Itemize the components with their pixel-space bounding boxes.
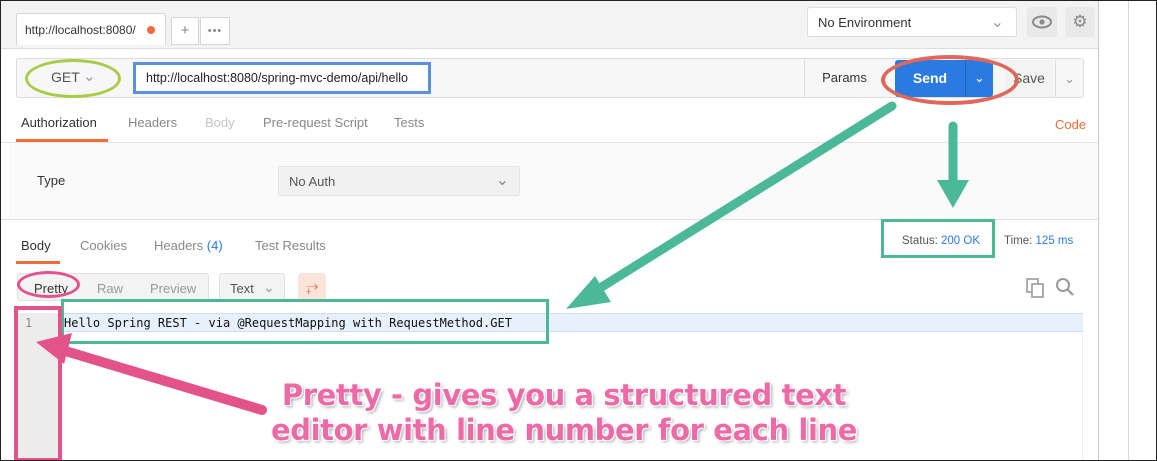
unsaved-dot-icon (147, 26, 155, 34)
url-value: http://localhost:8080/spring-mvc-demo/ap… (146, 71, 408, 85)
headers-count-badge: (4) (206, 238, 223, 253)
tab-response-headers[interactable]: Headers (4) (154, 238, 223, 253)
tab-authorization[interactable]: Authorization (21, 115, 97, 130)
divider (1128, 1, 1129, 460)
gutter-highlight-box (14, 306, 62, 460)
method-highlight-ring (25, 59, 121, 98)
annotation-caption: Pretty - gives you a structured text edi… (269, 378, 859, 448)
eye-icon[interactable] (1027, 7, 1057, 37)
environment-value: No Environment (818, 15, 912, 30)
time-label: Time: (1004, 235, 1033, 247)
time-value: 125 ms (1035, 235, 1074, 247)
save-dropdown-button[interactable]: ⌄ (1055, 60, 1083, 97)
tab-cookies[interactable]: Cookies (80, 238, 127, 253)
auth-panel (9, 143, 1098, 219)
caption-line-2: editor with line number for each line (270, 413, 857, 447)
params-button[interactable]: Params (804, 59, 884, 97)
response-highlight-box (61, 299, 549, 344)
request-tab-label: http://localhost:8080/ (25, 23, 136, 37)
auth-type-select[interactable]: No Auth ⌄ (278, 166, 520, 196)
format-value: Text (230, 281, 254, 296)
url-input[interactable]: http://localhost:8080/spring-mvc-demo/ap… (133, 62, 431, 94)
time-readout: Time: 125 ms (1004, 235, 1073, 247)
tab-response-body[interactable]: Body (21, 238, 51, 253)
active-tab-indicator (16, 261, 60, 264)
format-select[interactable]: Text ⌄ (219, 273, 285, 301)
raw-button[interactable]: Raw (97, 281, 123, 296)
environment-select[interactable]: No Environment ⌄ (807, 7, 1017, 37)
status-highlight-box: Status: 200 OK (881, 219, 995, 258)
auth-type-value: No Auth (289, 174, 336, 189)
new-tab-button[interactable]: + (171, 17, 199, 45)
pretty-highlight-ring (17, 271, 80, 298)
tab-test-results[interactable]: Test Results (255, 238, 326, 253)
search-icon[interactable] (1055, 277, 1075, 297)
chevron-down-icon: ⌄ (990, 14, 1004, 31)
chevron-down-icon: ⌄ (495, 172, 509, 189)
more-tabs-button[interactable]: ••• (200, 17, 230, 45)
wrap-lines-icon[interactable]: ⥅ (298, 273, 326, 301)
tab-headers[interactable]: Headers (128, 115, 177, 130)
gear-icon[interactable]: ⚙ (1065, 7, 1095, 37)
tab-response-headers-label: Headers (154, 238, 204, 253)
auth-type-label: Type (37, 173, 66, 188)
request-tab[interactable]: http://localhost:8080/ (16, 13, 166, 45)
send-highlight-ring (881, 55, 1019, 105)
background-window (1100, 1, 1156, 460)
tab-body[interactable]: Body (205, 115, 235, 130)
chevron-down-icon: ⌄ (263, 279, 275, 295)
tab-tests[interactable]: Tests (394, 115, 424, 130)
status-value: 200 OK (941, 235, 981, 247)
code-link[interactable]: Code (1055, 117, 1086, 132)
tab-pre-request-script[interactable]: Pre-request Script (263, 115, 368, 130)
status-readout: Status: 200 OK (902, 235, 980, 247)
postman-window: http://localhost:8080/ + ••• No Environm… (1, 1, 1099, 460)
preview-button[interactable]: Preview (150, 281, 196, 296)
caption-line-1: Pretty - gives you a structured text (281, 378, 847, 412)
status-label: Status: (902, 235, 938, 247)
copy-icon[interactable] (1026, 278, 1046, 298)
